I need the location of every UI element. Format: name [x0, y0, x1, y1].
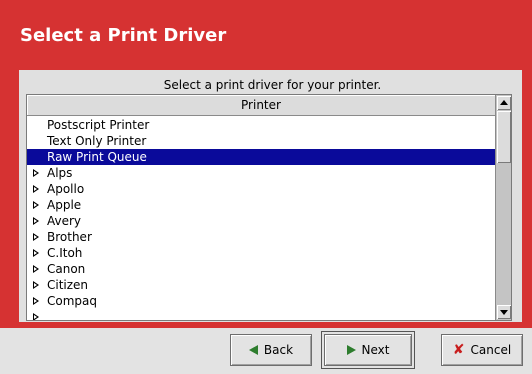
list-item-label: Brother [47, 230, 92, 244]
driver-panel: Select a print driver for your printer. … [19, 70, 522, 322]
vertical-scrollbar[interactable] [495, 95, 511, 320]
expand-arrow-icon[interactable] [33, 265, 39, 273]
expand-arrow-icon[interactable] [33, 249, 39, 257]
list-item-label: Canon [47, 262, 86, 276]
list-item-apollo[interactable]: Apollo [27, 181, 495, 197]
back-button-label: Back [263, 343, 294, 357]
list-item-alps[interactable]: Alps [27, 165, 495, 181]
expand-arrow-icon[interactable] [33, 185, 39, 193]
list-item-label: Compaq [47, 294, 97, 308]
list-item-label: Alps [47, 166, 73, 180]
arrow-right-icon [346, 345, 356, 355]
list-item-partial[interactable] [27, 309, 495, 320]
expand-arrow-icon[interactable] [33, 297, 39, 305]
list-item-compaq[interactable]: Compaq [27, 293, 495, 309]
list-item-c-itoh[interactable]: C.Itoh [27, 245, 495, 261]
expand-arrow-icon[interactable] [33, 233, 39, 241]
list-item-label: Raw Print Queue [47, 150, 147, 164]
scrollbar-thumb[interactable] [497, 111, 511, 163]
expand-arrow-icon[interactable] [33, 201, 39, 209]
cancel-button[interactable]: ✘ Cancel [441, 334, 523, 366]
expand-arrow-icon[interactable] [33, 281, 39, 289]
column-header-label: Printer [241, 98, 281, 112]
list-item-label: Apollo [47, 182, 85, 196]
arrow-down-icon [500, 310, 508, 315]
arrow-left-icon [248, 345, 258, 355]
next-button-label: Next [361, 343, 390, 357]
printer-list: Printer Postscript Printer Text Only Pri… [26, 94, 512, 321]
list-item-label: Apple [47, 198, 82, 212]
column-header-printer[interactable]: Printer [27, 95, 495, 116]
list-item-text-only-printer[interactable]: Text Only Printer [27, 133, 495, 149]
list-item-label: Citizen [47, 278, 89, 292]
list-item-citizen[interactable]: Citizen [27, 277, 495, 293]
back-button[interactable]: Back [230, 334, 312, 366]
list-item-apple[interactable]: Apple [27, 197, 495, 213]
header-banner: Select a Print Driver Select a print dri… [0, 0, 532, 328]
cancel-x-icon: ✘ [452, 342, 465, 358]
list-item-brother[interactable]: Brother [27, 229, 495, 245]
list-item-raw-print-queue[interactable]: Raw Print Queue [27, 149, 495, 165]
expand-arrow-icon[interactable] [33, 169, 39, 177]
list-item-label: Postscript Printer [47, 118, 150, 132]
dialog-title: Select a Print Driver [20, 25, 227, 46]
cancel-button-label: Cancel [470, 343, 512, 357]
list-item-postscript-printer[interactable]: Postscript Printer [27, 117, 495, 133]
arrow-up-icon [500, 100, 508, 105]
list-item-avery[interactable]: Avery [27, 213, 495, 229]
printer-list-body: Postscript Printer Text Only Printer Raw… [27, 117, 495, 320]
next-button[interactable]: Next [321, 331, 415, 369]
expand-arrow-icon[interactable] [33, 217, 39, 225]
list-item-label: Avery [47, 214, 82, 228]
list-item-canon[interactable]: Canon [27, 261, 495, 277]
list-item-label: Text Only Printer [47, 134, 147, 148]
panel-caption: Select a print driver for your printer. [163, 78, 382, 92]
scroll-down-button[interactable] [497, 305, 511, 319]
list-item-label: C.Itoh [47, 246, 83, 260]
scroll-up-button[interactable] [497, 96, 511, 110]
expand-arrow-icon[interactable] [33, 313, 39, 320]
